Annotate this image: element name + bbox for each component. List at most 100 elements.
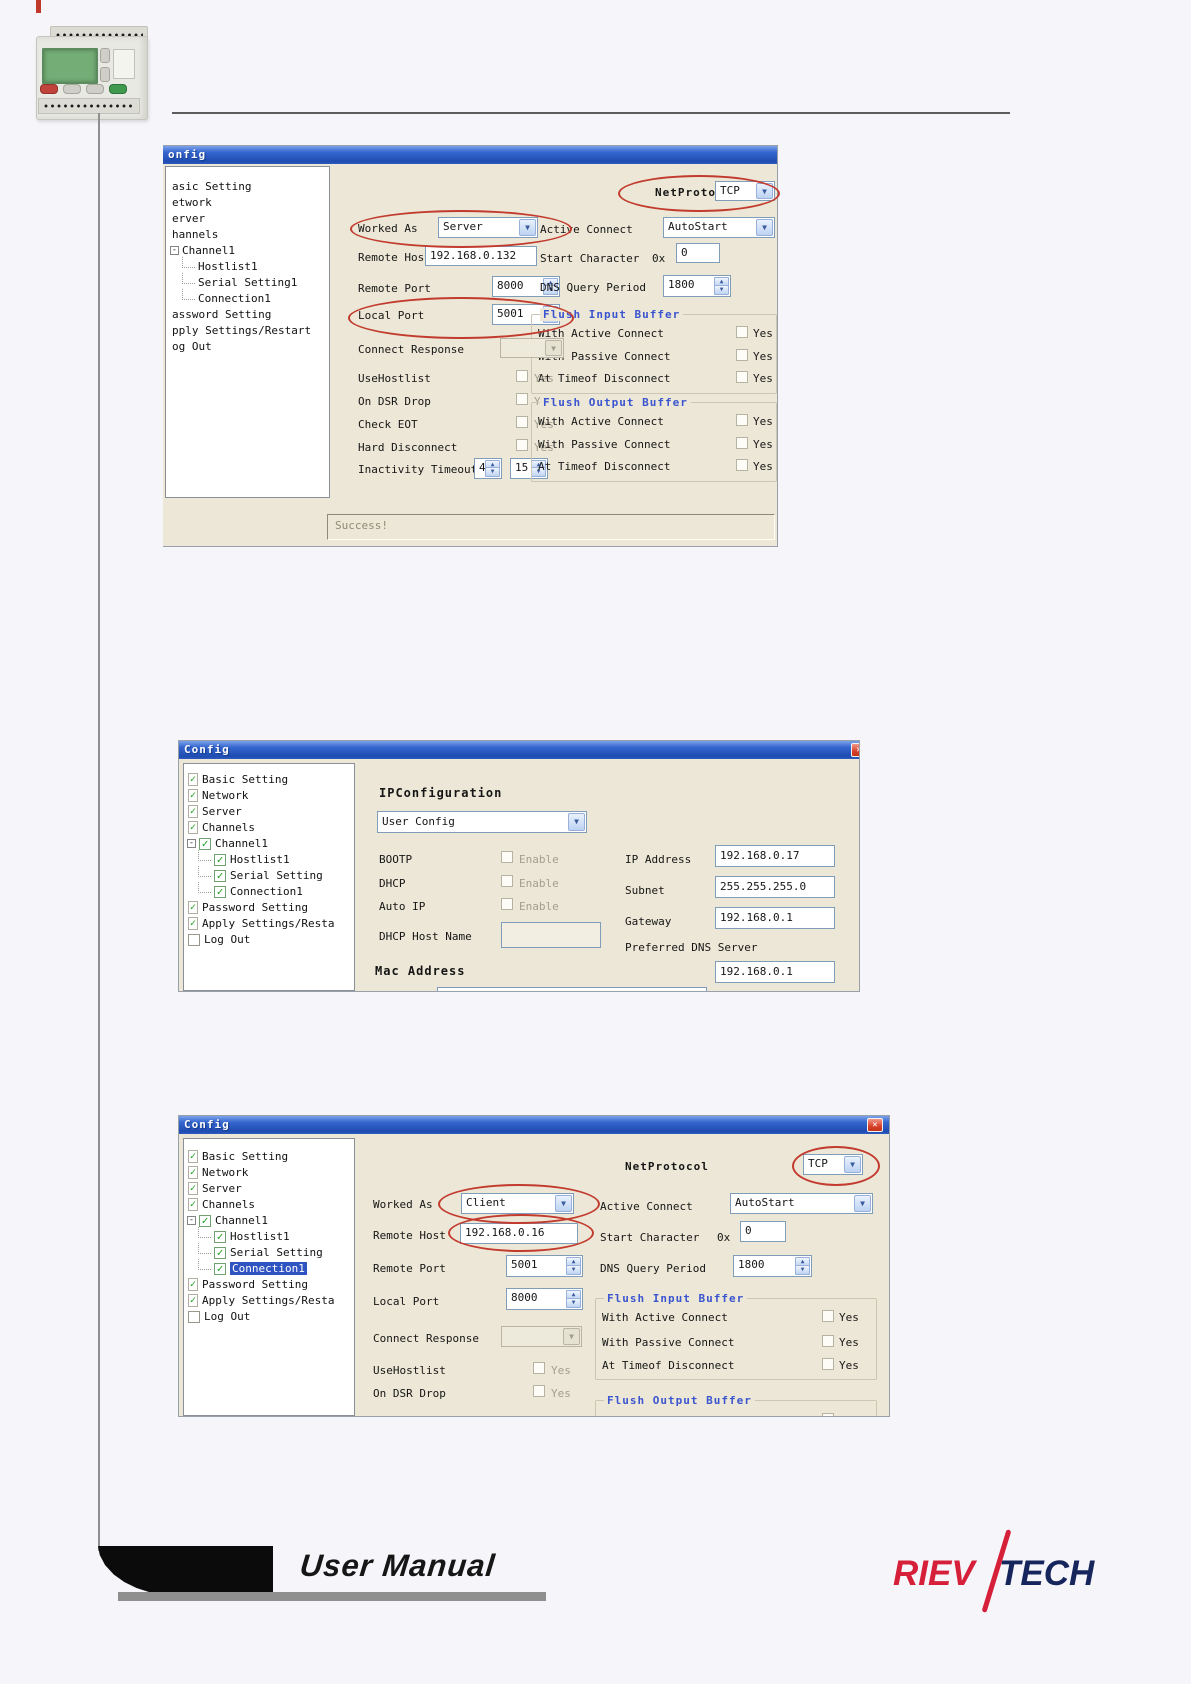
tree-item-serial-setting[interactable]: ✓ Serial Setting: [184, 866, 354, 883]
checked-page-icon: ✓: [188, 773, 198, 786]
tree-item-channel1[interactable]: - Channel1: [166, 243, 329, 258]
tree-item-channel1[interactable]: - ✓ Channel1: [184, 836, 354, 851]
tree-item-server[interactable]: ✓ Server: [184, 804, 354, 819]
ip-mode-select[interactable]: User Config ▼: [377, 811, 587, 833]
gateway-input[interactable]: 192.168.0.1: [715, 907, 835, 929]
tree-item-basic-setting[interactable]: ✓ Basic Setting: [184, 1149, 354, 1164]
preferred-dns-input[interactable]: 192.168.0.1: [715, 961, 835, 983]
red-edge-mark: [36, 0, 41, 13]
tree-item-label: Log Out: [204, 1310, 251, 1323]
tree-item-hostlist1[interactable]: ✓ Hostlist1: [184, 1227, 354, 1244]
connect-response-select: ▼: [500, 338, 564, 358]
tree-item-connection1-selected[interactable]: ✓ Connection1: [184, 1259, 354, 1276]
tree-item-apply-settings[interactable]: ✓ Apply Settings/Resta: [184, 1293, 354, 1308]
tree-item-hostlist1[interactable]: Hostlist1: [166, 257, 329, 274]
tree-item-channels[interactable]: ✓ Channels: [184, 1197, 354, 1212]
checked-checkbox-icon[interactable]: ✓: [199, 837, 211, 850]
tree-item-label: Hostlist1: [230, 853, 290, 866]
tree-item-server[interactable]: ✓ Server: [184, 1181, 354, 1196]
tree-item-apply-settings[interactable]: pply Settings/Restart: [166, 323, 329, 338]
tree-item-network[interactable]: ✓ Network: [184, 788, 354, 803]
tree-item-password-setting[interactable]: ✓ Password Setting: [184, 900, 354, 915]
dialog-titlebar[interactable]: Config ✕: [179, 1116, 889, 1134]
rievtech-logo: RIEV TECH: [893, 1529, 1095, 1616]
tree-item-log-out[interactable]: Log Out: [184, 932, 354, 947]
tree-item-channels[interactable]: hannels: [166, 227, 329, 242]
enable-label: Enable: [519, 877, 559, 890]
active-connect-value: AutoStart: [735, 1196, 795, 1209]
tree-item-label: Network: [202, 1166, 249, 1179]
tree-item-log-out[interactable]: Log Out: [184, 1309, 354, 1324]
dns-query-period-stepper[interactable]: 1800 ▲ ▼: [733, 1255, 812, 1277]
empty-checkbox-icon[interactable]: [188, 1310, 200, 1323]
flush-input-buffer-title: Flush Input Buffer: [604, 1292, 748, 1305]
checked-checkbox-icon[interactable]: ✓: [214, 869, 226, 882]
tree-item-basic-setting[interactable]: asic Setting: [166, 179, 329, 194]
tree-item-server[interactable]: erver: [166, 211, 329, 226]
tree-item-log-out[interactable]: og Out: [166, 339, 329, 354]
tree-item-password-setting[interactable]: ✓ Password Setting: [184, 1277, 354, 1292]
checked-checkbox-icon[interactable]: ✓: [214, 853, 226, 866]
tree-item-channel1[interactable]: - ✓ Channel1: [184, 1213, 354, 1228]
preferred-dns-label: Preferred DNS Server: [625, 941, 758, 954]
checked-checkbox-icon[interactable]: ✓: [214, 1246, 226, 1259]
inactivity-timeout-minutes-stepper[interactable]: 4 ▲ ▼: [474, 458, 502, 479]
tree-item-network[interactable]: etwork: [166, 195, 329, 210]
footer-manual-title: User Manual: [298, 1548, 498, 1583]
tree-collapse-icon[interactable]: -: [170, 246, 179, 255]
tree-item-label: etwork: [172, 196, 212, 209]
spin-down-icon[interactable]: ▼: [485, 467, 500, 477]
logo-text-tech: TECH: [999, 1554, 1095, 1593]
checked-checkbox-icon[interactable]: ✓: [199, 1214, 211, 1227]
spin-down-icon[interactable]: ▼: [795, 1265, 810, 1275]
active-connect-select[interactable]: AutoStart ▼: [663, 217, 775, 238]
tree-item-connection1[interactable]: Connection1: [166, 289, 329, 306]
yes-label: Yes: [839, 1311, 859, 1324]
subnet-input[interactable]: 255.255.255.0: [715, 876, 835, 898]
tree-item-connection1[interactable]: ✓ Connection1: [184, 882, 354, 899]
dialog-titlebar[interactable]: onfig: [163, 146, 777, 164]
spin-down-icon[interactable]: ▼: [714, 285, 729, 295]
start-character-input[interactable]: 0: [676, 243, 720, 263]
start-character-input[interactable]: 0: [740, 1221, 786, 1242]
ip-address-input[interactable]: 192.168.0.17: [715, 845, 835, 867]
checked-checkbox-icon[interactable]: ✓: [214, 885, 226, 898]
yes-label: Yes: [839, 1359, 859, 1372]
yes-label: Yes: [753, 372, 773, 385]
tree-item-apply-settings[interactable]: ✓ Apply Settings/Resta: [184, 916, 354, 931]
yes-label: Yes: [753, 350, 773, 363]
tree-item-serial-setting1[interactable]: Serial Setting1: [166, 273, 329, 290]
checked-checkbox-icon[interactable]: ✓: [214, 1230, 226, 1243]
spin-down-icon[interactable]: ▼: [566, 1298, 581, 1308]
tree-item-password-setting[interactable]: assword Setting: [166, 307, 329, 322]
checked-checkbox-icon[interactable]: ✓: [214, 1262, 226, 1275]
dialog-title: Config: [184, 743, 230, 756]
dialog-titlebar[interactable]: Config ✕: [179, 741, 859, 759]
spin-down-icon[interactable]: ▼: [566, 1265, 581, 1275]
tree-item-serial-setting[interactable]: ✓ Serial Setting: [184, 1243, 354, 1260]
mac-address-input[interactable]: [437, 987, 707, 991]
tree-collapse-icon[interactable]: -: [187, 1216, 196, 1225]
yes-label: Yes: [753, 415, 773, 428]
local-port-stepper[interactable]: 8000 ▲ ▼: [506, 1288, 583, 1310]
remote-host-input[interactable]: 192.168.0.132: [425, 246, 537, 266]
remote-port-stepper[interactable]: 5001 ▲ ▼: [506, 1255, 583, 1277]
tree-item-basic-setting[interactable]: ✓ Basic Setting: [184, 772, 354, 787]
tree-item-hostlist1[interactable]: ✓ Hostlist1: [184, 850, 354, 867]
tree-item-label: Channel1: [215, 837, 268, 850]
left-margin-rule: [98, 113, 100, 1551]
inactivity-timeout-label: Inactivity Timeout: [358, 463, 478, 476]
dhcp-host-name-input[interactable]: [501, 922, 601, 948]
close-button[interactable]: ✕: [867, 1118, 883, 1132]
tree-item-channels[interactable]: ✓ Channels: [184, 820, 354, 835]
checked-page-icon: ✓: [188, 1294, 198, 1307]
empty-checkbox-icon[interactable]: [188, 933, 200, 946]
remote-port-value: 5001: [511, 1258, 538, 1271]
tree-item-network[interactable]: ✓ Network: [184, 1165, 354, 1180]
checked-page-icon: ✓: [188, 821, 198, 834]
tree-collapse-icon[interactable]: -: [187, 839, 196, 848]
active-connect-select[interactable]: AutoStart ▼: [730, 1193, 873, 1214]
dns-query-period-stepper[interactable]: 1800 ▲ ▼: [663, 275, 731, 297]
close-button[interactable]: ✕: [851, 743, 859, 757]
hex-prefix-label: 0x: [717, 1231, 731, 1244]
